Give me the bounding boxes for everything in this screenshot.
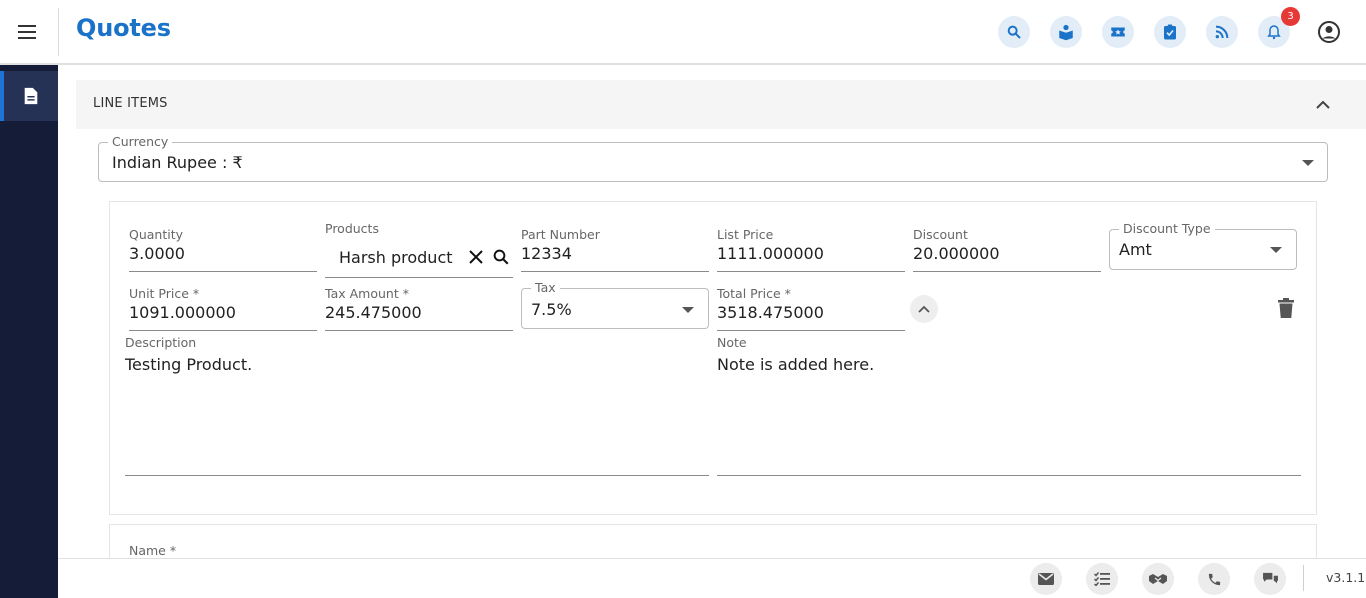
chevron-up-icon[interactable]: [1311, 93, 1335, 117]
checklist-icon[interactable]: [1086, 563, 1118, 595]
currency-label: Currency: [108, 134, 173, 149]
search-icon[interactable]: [998, 16, 1030, 48]
total-price-value: 3518.475000: [717, 303, 824, 322]
discount-value: 20.000000: [913, 244, 1000, 263]
tax-label: Tax: [531, 280, 560, 295]
footer-divider: [1303, 565, 1304, 591]
clear-icon[interactable]: [467, 248, 485, 266]
knowledge-icon[interactable]: [1050, 16, 1082, 48]
total-price-label: Total Price *: [717, 286, 791, 301]
name-label: Name *: [129, 543, 177, 558]
tax-amount-label: Tax Amount *: [325, 286, 409, 301]
chat-icon[interactable]: [1254, 563, 1286, 595]
description-field[interactable]: Description Testing Product.: [125, 335, 709, 476]
feed-icon[interactable]: [1206, 16, 1238, 48]
discount-type-select[interactable]: Discount Type Amt: [1109, 221, 1297, 270]
quantity-field[interactable]: Quantity 3.0000: [129, 227, 317, 272]
quantity-label: Quantity: [129, 227, 184, 242]
discount-type-label: Discount Type: [1119, 221, 1215, 236]
ticket-icon[interactable]: [1102, 16, 1134, 48]
part-number-label: Part Number: [521, 227, 600, 242]
total-price-field[interactable]: Total Price * 3518.475000: [717, 286, 905, 331]
note-field[interactable]: Note Note is added here.: [717, 335, 1301, 476]
currency-value: Indian Rupee : ₹: [112, 153, 243, 172]
phone-icon[interactable]: [1198, 563, 1230, 595]
list-price-label: List Price: [717, 227, 774, 242]
products-label: Products: [325, 221, 379, 236]
tax-value: 7.5%: [531, 300, 572, 319]
page-title: Quotes: [76, 14, 171, 42]
tax-amount-field[interactable]: Tax Amount * 245.475000: [325, 286, 513, 331]
unit-price-label: Unit Price *: [129, 286, 200, 301]
footer-bar: v3.1.1: [58, 558, 1366, 598]
panel-title: LINE ITEMS: [93, 96, 168, 111]
discount-label: Discount: [913, 227, 968, 242]
list-price-value: 1111.000000: [717, 244, 824, 263]
discount-type-value: Amt: [1119, 240, 1152, 259]
header-divider: [58, 8, 59, 56]
chevron-up-icon: [918, 305, 930, 313]
part-number-value: 12334: [521, 244, 572, 263]
sidebar: [0, 65, 58, 598]
caret-down-icon: [1270, 247, 1282, 253]
collapse-item-button[interactable]: [910, 295, 938, 323]
description-value: Testing Product.: [125, 355, 253, 374]
list-price-field[interactable]: List Price 1111.000000: [717, 227, 905, 272]
hamburger-menu-icon[interactable]: [10, 14, 46, 50]
line-item-card: Quantity 3.0000 Products Harsh product P…: [109, 201, 1317, 515]
note-value: Note is added here.: [717, 355, 875, 374]
unit-price-value: 1091.000000: [129, 303, 236, 322]
mail-icon[interactable]: [1030, 563, 1062, 595]
task-icon[interactable]: [1154, 16, 1186, 48]
delete-icon[interactable]: [1274, 296, 1298, 320]
user-avatar-icon[interactable]: [1313, 16, 1345, 48]
description-label: Description: [125, 335, 197, 350]
main-content: LINE ITEMS Currency Indian Rupee : ₹ Qua…: [58, 65, 1366, 558]
quantity-value: 3.0000: [129, 244, 185, 263]
product-search-icon[interactable]: [491, 247, 511, 267]
unit-price-field[interactable]: Unit Price * 1091.000000: [129, 286, 317, 331]
handshake-icon[interactable]: [1142, 563, 1174, 595]
tax-amount-value: 245.475000: [325, 303, 422, 322]
tax-select[interactable]: Tax 7.5%: [521, 280, 709, 329]
version-label: v3.1.1: [1326, 570, 1366, 585]
sidebar-item-quotes[interactable]: [0, 71, 58, 121]
line-items-panel-header[interactable]: LINE ITEMS: [76, 80, 1366, 129]
products-field[interactable]: Products Harsh product: [325, 221, 513, 278]
document-icon: [24, 87, 38, 105]
caret-down-icon: [1302, 160, 1314, 166]
discount-field[interactable]: Discount 20.000000: [913, 227, 1101, 272]
currency-select[interactable]: Currency Indian Rupee : ₹: [98, 134, 1328, 182]
note-label: Note: [717, 335, 747, 350]
line-item-card-2: Name *: [109, 524, 1317, 558]
top-header: Quotes 3: [0, 0, 1366, 65]
caret-down-icon: [682, 307, 694, 313]
products-value: Harsh product: [339, 248, 453, 267]
part-number-field[interactable]: Part Number 12334: [521, 227, 709, 272]
notification-badge: 3: [1281, 7, 1300, 26]
